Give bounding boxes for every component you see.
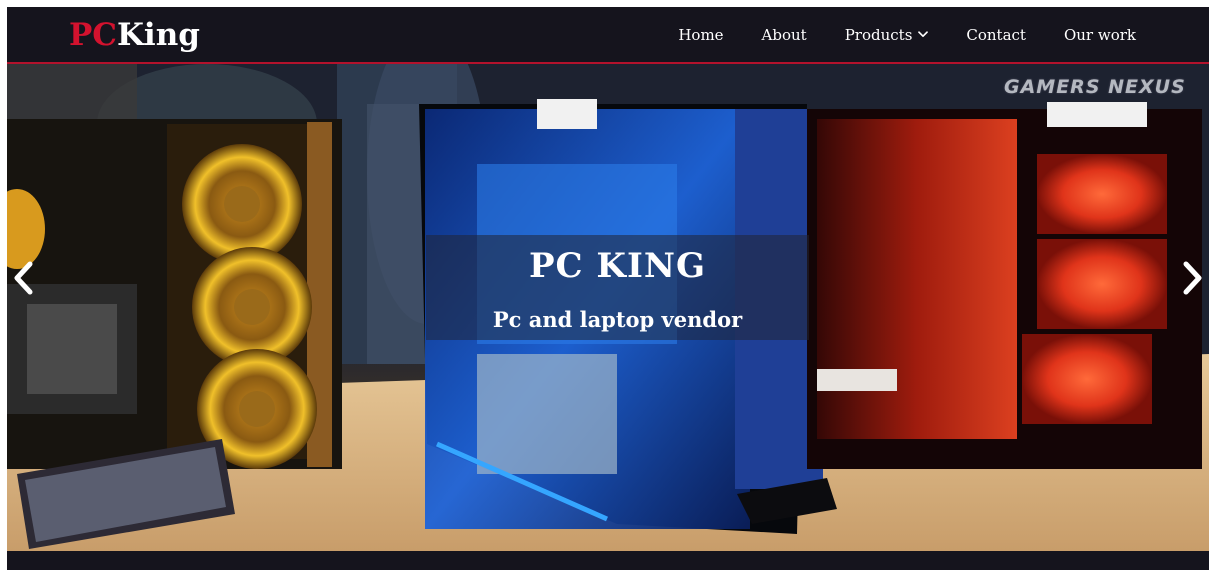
brand-part-king: King	[116, 17, 200, 53]
carousel-prev-button[interactable]	[9, 260, 39, 296]
hero-watermark: GAMERS NEXUS	[1004, 76, 1186, 98]
brand-logo[interactable]: PCKing	[69, 16, 200, 54]
hero-title: PC KING	[528, 246, 707, 286]
hero-carousel: GAMERS NEXUS PC KING Pc and laptop vendo…	[7, 64, 1209, 551]
main-nav: Home About Products Contact Our work	[678, 7, 1136, 62]
hero-subtitle: Pc and laptop vendor	[492, 307, 743, 332]
chevron-right-icon	[1183, 261, 1202, 295]
nav-link-products-label: Products	[844, 25, 913, 44]
nav-link-home[interactable]: Home	[678, 26, 723, 44]
brand-part-pc: PC	[69, 17, 117, 53]
chevron-down-icon	[918, 31, 929, 38]
carousel-next-button[interactable]	[1177, 260, 1207, 296]
nav-link-contact[interactable]: Contact	[966, 26, 1026, 44]
navbar: PCKing Home About Products Contact Our w…	[7, 7, 1209, 64]
nav-link-our-work[interactable]: Our work	[1064, 26, 1136, 44]
page-frame: PCKing Home About Products Contact Our w…	[7, 7, 1209, 570]
footer-strip	[7, 551, 1209, 570]
hero-caption: PC KING Pc and laptop vendor	[426, 235, 809, 340]
nav-dropdown-products[interactable]: Products	[845, 26, 929, 44]
chevron-left-icon	[14, 261, 33, 295]
nav-link-about[interactable]: About	[762, 26, 807, 44]
